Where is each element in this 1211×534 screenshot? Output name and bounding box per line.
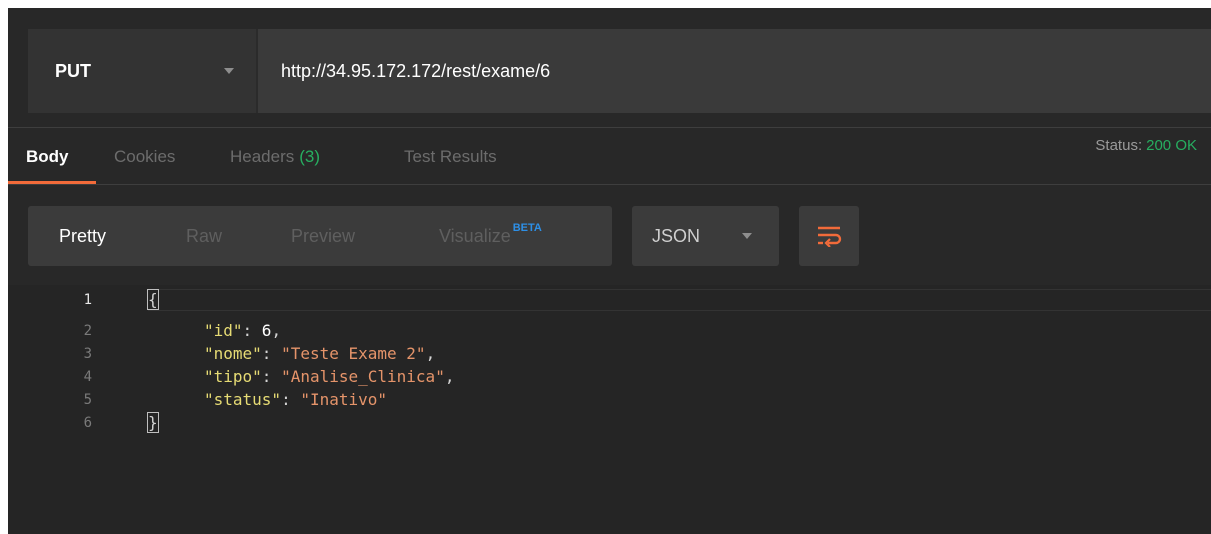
divider [8, 184, 1211, 185]
json-comma: , [271, 321, 282, 340]
json-key: "id" [204, 321, 243, 340]
response-status: Status: 200 OK [1095, 137, 1197, 154]
json-comma: , [425, 344, 436, 363]
format-preview-button[interactable]: Preview [291, 206, 355, 266]
line-number: 6 [83, 415, 92, 431]
code-line: "id": 6, [204, 321, 282, 340]
line-number: 1 [83, 292, 92, 308]
code-line: "nome": "Teste Exame 2", [204, 344, 436, 363]
line-number: 2 [83, 323, 92, 339]
line-number: 5 [83, 392, 92, 408]
tab-test-results[interactable]: Test Results [404, 128, 497, 185]
format-visualize-label: Visualize [439, 225, 511, 246]
chevron-down-icon [742, 233, 752, 239]
json-key: "nome" [204, 344, 262, 363]
postman-response-panel: PUT http://34.95.172.172/rest/exame/6 Bo… [8, 8, 1211, 534]
status-value: 200 OK [1146, 137, 1197, 154]
response-tabs: Body Cookies Headers (3) Test Results [8, 128, 1211, 185]
format-visualize-button[interactable]: Visualize BETA [439, 206, 542, 266]
json-value: "Teste Exame 2" [281, 344, 426, 363]
wrap-lines-button[interactable] [799, 206, 859, 266]
tab-test-results-label: Test Results [404, 146, 497, 166]
url-input[interactable]: http://34.95.172.172/rest/exame/6 [256, 29, 1211, 113]
code-line: { [147, 289, 159, 311]
format-raw-label: Raw [186, 225, 223, 246]
json-comma: , [444, 367, 455, 386]
json-close-brace: } [147, 412, 159, 433]
tab-cookies[interactable]: Cookies [114, 128, 175, 185]
format-toggle-group: Pretty Raw Preview Visualize BETA [28, 206, 612, 266]
json-open-brace: { [147, 289, 159, 310]
current-line-highlight [148, 289, 1211, 311]
json-value: 6 [261, 321, 272, 340]
beta-badge: BETA [512, 222, 542, 234]
tab-headers[interactable]: Headers (3) [230, 128, 320, 185]
response-body-editor[interactable]: 1 2 3 4 5 6 { "id": 6, "nome": "Teste Ex… [8, 285, 1211, 534]
json-key: "tipo" [204, 367, 262, 386]
wrap-lines-icon [818, 226, 842, 247]
code-line: "tipo": "Analise_Clinica", [204, 367, 455, 386]
method-label: PUT [55, 60, 91, 81]
headers-count-badge: (3) [299, 146, 321, 166]
tab-cookies-label: Cookies [114, 146, 176, 166]
json-value: "Inativo" [300, 390, 388, 409]
chevron-down-icon [224, 68, 234, 74]
request-bar: PUT http://34.95.172.172/rest/exame/6 [28, 29, 1211, 113]
method-select[interactable]: PUT [28, 29, 256, 113]
language-label: JSON [652, 225, 701, 246]
json-value: "Analise_Clinica" [281, 367, 445, 386]
tab-body-label: Body [26, 146, 69, 166]
json-key: "status" [204, 390, 282, 409]
tab-headers-label: Headers [230, 146, 295, 166]
code-line: "status": "Inativo" [204, 390, 388, 409]
format-preview-label: Preview [291, 225, 356, 246]
status-label: Status: [1095, 137, 1143, 154]
line-number: 3 [83, 346, 92, 362]
format-raw-button[interactable]: Raw [186, 206, 222, 266]
format-pretty-label: Pretty [59, 225, 107, 246]
tab-body[interactable]: Body [26, 128, 69, 185]
line-number: 4 [83, 369, 92, 385]
format-pretty-button[interactable]: Pretty [59, 206, 106, 266]
code-line: } [147, 412, 159, 434]
language-select[interactable]: JSON [632, 206, 779, 266]
